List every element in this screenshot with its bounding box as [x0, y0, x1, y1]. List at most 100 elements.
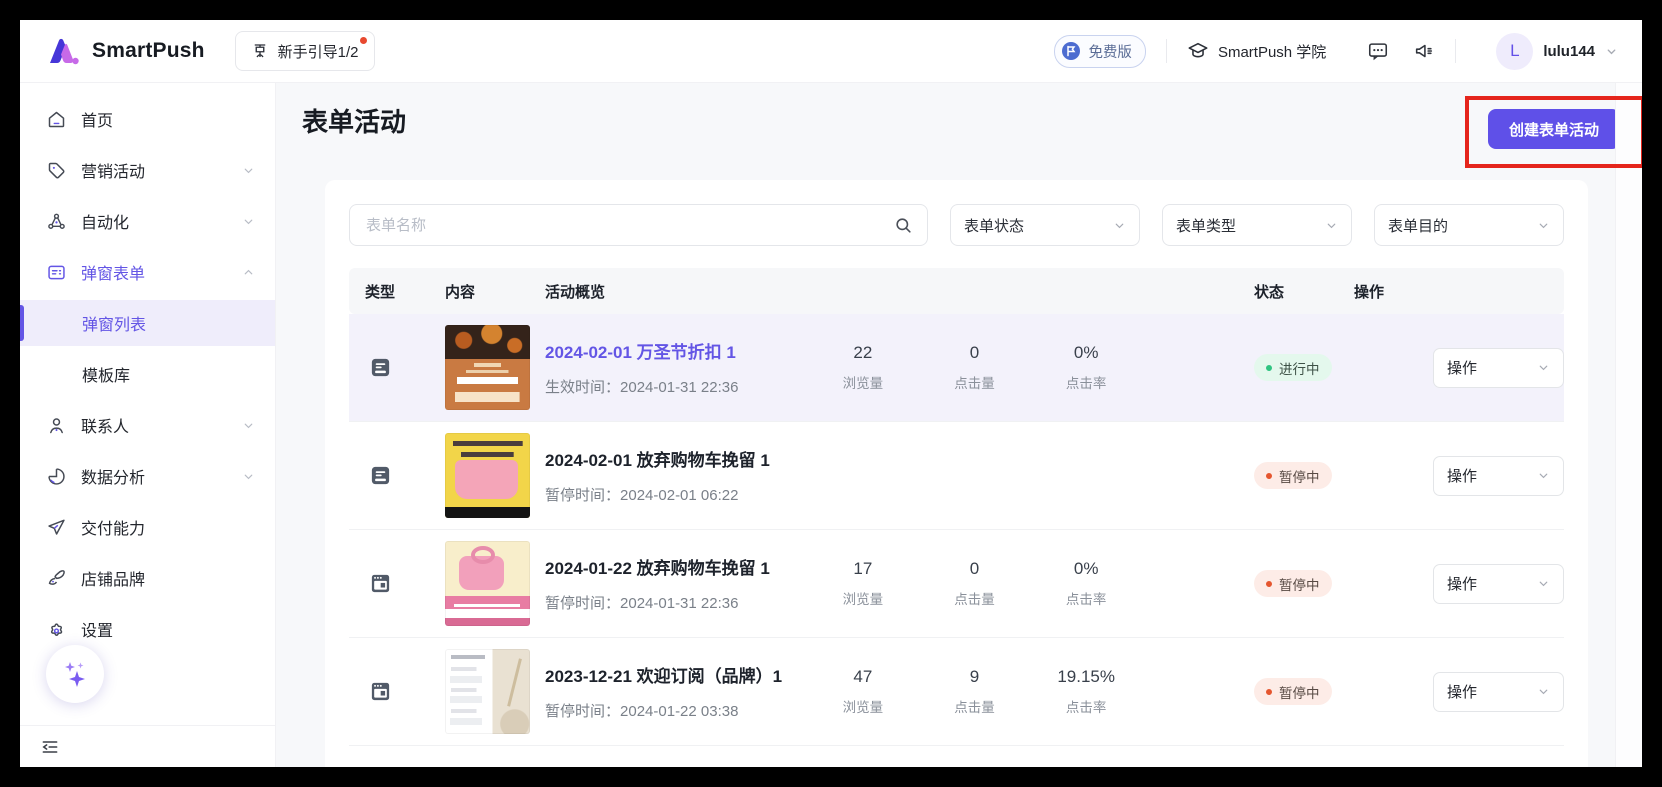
status-badge: 进行中: [1254, 354, 1332, 381]
sidebar-item-contacts[interactable]: 联系人: [20, 402, 275, 448]
ai-assistant-button[interactable]: [46, 645, 104, 703]
table-row: 2023-12-21 欢迎订阅（品牌）1 暂停时间：2024-01-22 03:…: [349, 638, 1564, 746]
page-title: 表单活动: [302, 107, 1642, 137]
col-action: 操作: [1354, 281, 1564, 302]
sidebar-item-analytics[interactable]: 数据分析: [20, 453, 275, 499]
chevron-down-icon: [1537, 685, 1550, 698]
campaign-thumbnail[interactable]: [445, 325, 530, 410]
overview-cell: 2023-12-21 欢迎订阅（品牌）1 暂停时间：2024-01-22 03:…: [545, 662, 1254, 721]
table-row: 2024-01-22 放弃购物车挽留 1 暂停时间：2024-01-31 22:…: [349, 530, 1564, 638]
overview-cell: 2024-02-01 万圣节折扣 1 生效时间：2024-01-31 22:36…: [545, 338, 1254, 397]
chevron-down-icon: [242, 470, 255, 483]
table-row: 2024-02-01 放弃购物车挽留 1 暂停时间：2024-02-01 06:…: [349, 422, 1564, 530]
form-purpose-select[interactable]: 表单目的: [1374, 204, 1564, 246]
popup-icon: [46, 262, 67, 283]
app-window: SmartPush 新手引导1/2 免费版: [20, 20, 1642, 767]
col-status: 状态: [1254, 281, 1354, 302]
campaign-title-link[interactable]: 2024-01-22 放弃购物车挽留 1: [545, 554, 791, 579]
tag-icon: [46, 160, 67, 181]
scrollbar[interactable]: [1615, 82, 1642, 767]
divider: [1346, 39, 1347, 63]
chevron-down-icon: [1537, 219, 1550, 232]
campaign-title-link[interactable]: 2024-02-01 放弃购物车挽留 1: [545, 446, 791, 471]
sidebar: 首页营销活动自动化弹窗表单弹窗列表模板库联系人数据分析交付能力店铺品牌设置: [20, 82, 276, 767]
user-name: lulu144: [1543, 43, 1595, 60]
content-card: 表单状态 表单类型 表单目的 类型 内容 活动概览 状态 操作: [325, 180, 1588, 767]
action-cell: 操作: [1354, 348, 1564, 388]
chevron-down-icon: [1325, 219, 1338, 232]
status-cell: 暂停中: [1254, 462, 1354, 489]
campaign-stats: 47 浏览量 9 点击量 19.15% 点击率: [807, 667, 1142, 716]
campaign-time: 暂停时间：2024-01-22 03:38: [545, 700, 791, 721]
status-cell: 进行中: [1254, 354, 1354, 381]
automation-icon: [46, 211, 67, 232]
search-box[interactable]: [349, 204, 928, 246]
sidebar-item-settings[interactable]: 设置: [20, 606, 275, 652]
sidebar-item-template-library[interactable]: 模板库: [20, 351, 275, 397]
search-icon: [894, 216, 913, 235]
campaign-time: 暂停时间：2024-02-01 06:22: [545, 484, 791, 505]
announcement-icon[interactable]: [1413, 40, 1435, 62]
user-icon: [46, 415, 67, 436]
col-type: 类型: [365, 281, 445, 302]
academy-link[interactable]: SmartPush 学院: [1187, 40, 1326, 62]
gear-icon: [46, 619, 67, 640]
campaign-thumbnail[interactable]: [445, 649, 530, 734]
create-form-campaign-button[interactable]: 创建表单活动: [1488, 109, 1620, 149]
divider: [1455, 39, 1456, 63]
popup-type-icon: [365, 464, 445, 487]
campaign-thumbnail[interactable]: [445, 541, 530, 626]
action-dropdown-button[interactable]: 操作: [1433, 456, 1564, 496]
stat-ctr: 0% 点击率: [1030, 559, 1142, 608]
form-type-select[interactable]: 表单类型: [1162, 204, 1352, 246]
table-row: 2024-02-01 万圣节折扣 1 生效时间：2024-01-31 22:36…: [349, 314, 1564, 422]
guide-icon: [251, 42, 269, 60]
campaign-title-link[interactable]: 2024-02-01 万圣节折扣 1: [545, 338, 791, 363]
col-content: 内容: [445, 281, 545, 302]
stat-clicks: 9 点击量: [919, 667, 1031, 716]
campaign-time: 生效时间：2024-01-31 22:36: [545, 376, 791, 397]
embed-type-icon: [365, 680, 445, 703]
sidebar-item-marketing[interactable]: 营销活动: [20, 147, 275, 193]
chevron-down-icon: [1605, 45, 1618, 58]
sidebar-item-popup-forms[interactable]: 弹窗表单: [20, 249, 275, 295]
action-dropdown-button[interactable]: 操作: [1433, 564, 1564, 604]
smartpush-logo-icon: [46, 36, 82, 66]
newbie-guide-button[interactable]: 新手引导1/2: [235, 31, 375, 71]
plan-flag-icon: [1061, 41, 1081, 61]
form-status-select[interactable]: 表单状态: [950, 204, 1140, 246]
campaign-thumbnail[interactable]: [445, 433, 530, 518]
campaign-time: 暂停时间：2024-01-31 22:36: [545, 592, 791, 613]
chevron-down-icon: [1537, 361, 1550, 374]
sidebar-footer: [20, 725, 275, 767]
sidebar-item-popup-list[interactable]: 弹窗列表: [20, 300, 275, 346]
chevron-down-icon: [242, 419, 255, 432]
message-icon[interactable]: [1367, 40, 1389, 62]
collapse-sidebar-icon[interactable]: [40, 737, 60, 757]
filter-bar: 表单状态 表单类型 表单目的: [349, 204, 1564, 246]
embed-type-icon: [365, 572, 445, 595]
graduation-cap-icon: [1187, 40, 1209, 62]
stat-ctr: 0% 点击率: [1030, 343, 1142, 392]
campaign-title-link[interactable]: 2023-12-21 欢迎订阅（品牌）1: [545, 662, 791, 687]
action-dropdown-button[interactable]: 操作: [1433, 672, 1564, 712]
stat-clicks: 0 点击量: [919, 343, 1031, 392]
action-cell: 操作: [1354, 564, 1564, 604]
user-menu[interactable]: L lulu144: [1496, 33, 1618, 70]
sidebar-item-store-brand[interactable]: 店铺品牌: [20, 555, 275, 601]
action-dropdown-button[interactable]: 操作: [1433, 348, 1564, 388]
sidebar-nav: 首页营销活动自动化弹窗表单弹窗列表模板库联系人数据分析交付能力店铺品牌设置: [20, 96, 275, 652]
stat-ctr: 19.15% 点击率: [1030, 667, 1142, 716]
sidebar-item-automation[interactable]: 自动化: [20, 198, 275, 244]
stat-views: 47 浏览量: [807, 667, 919, 716]
plan-badge[interactable]: 免费版: [1054, 35, 1146, 68]
sidebar-item-home[interactable]: 首页: [20, 96, 275, 142]
status-cell: 暂停中: [1254, 570, 1354, 597]
campaign-stats: 17 浏览量 0 点击量 0% 点击率: [807, 559, 1142, 608]
chevron-down-icon: [1537, 469, 1550, 482]
main-content: 表单活动 创建表单活动 表单状态 表单类型: [276, 82, 1642, 767]
sidebar-item-deliverability[interactable]: 交付能力: [20, 504, 275, 550]
form-name-input[interactable]: [364, 216, 894, 235]
status-badge: 暂停中: [1254, 678, 1332, 705]
status-badge: 暂停中: [1254, 462, 1332, 489]
